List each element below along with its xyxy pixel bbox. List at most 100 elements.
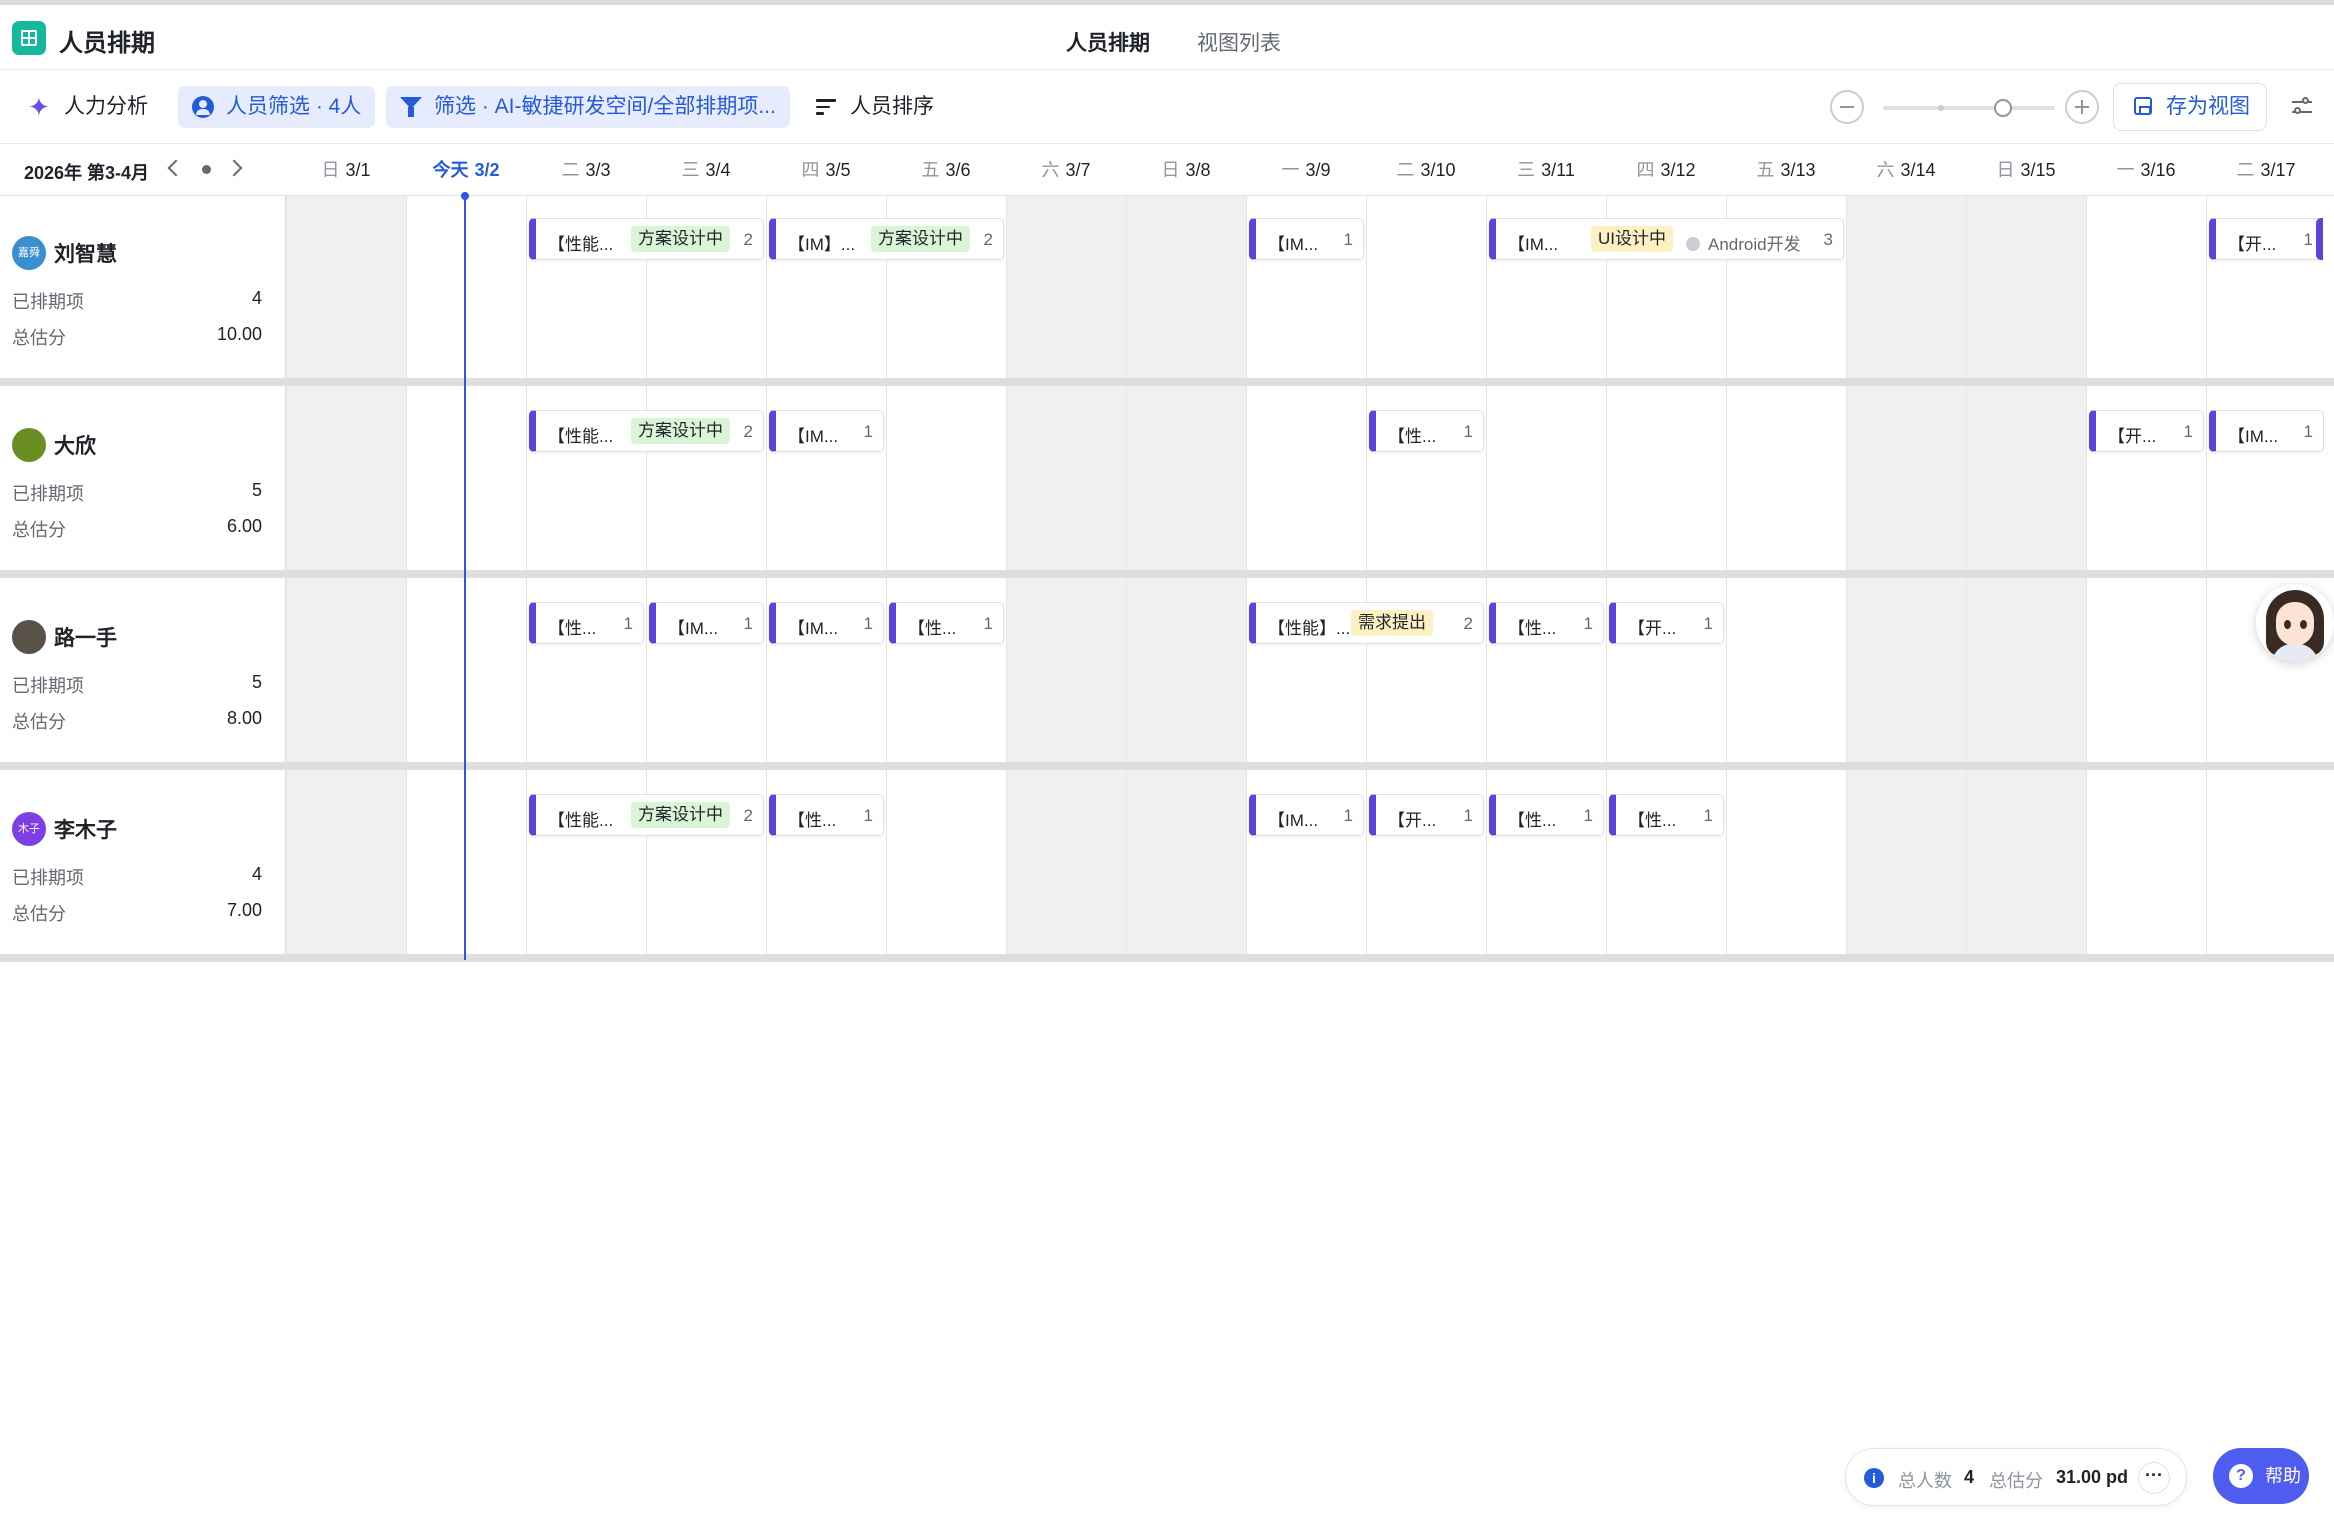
row-divider (0, 570, 2334, 578)
task-bar[interactable]: 【性... 1 (1369, 410, 1484, 452)
sort-button[interactable]: 人员排序 (802, 86, 948, 128)
task-bar[interactable]: 【性能】... 需求提出 2 (1249, 602, 1484, 644)
task-bar[interactable]: 【性... 1 (1489, 602, 1604, 644)
people-filter-label: 人员筛选 · 4人 (226, 95, 362, 118)
date-label: 3/5 (825, 160, 851, 180)
row-divider (0, 762, 2334, 770)
task-bar[interactable]: 【开... 1 (2089, 410, 2204, 452)
task-bar[interactable]: 【开... 1 (2209, 218, 2324, 260)
task-bar[interactable]: 【IM... 1 (1249, 794, 1364, 836)
day-column (406, 196, 526, 960)
day-header-3-17[interactable]: 二 3/17 (2206, 144, 2326, 196)
help-button[interactable]: ? 帮助 (2213, 1448, 2309, 1504)
day-column (526, 196, 646, 960)
day-header-3-16[interactable]: 一 3/16 (2086, 144, 2206, 196)
day-header-3-9[interactable]: 一 3/9 (1246, 144, 1366, 196)
funnel-icon (400, 97, 422, 117)
person-row-header[interactable]: 路一手 已排期项 5 总估分 8.00 (0, 580, 286, 760)
task-bar[interactable]: 【IM... 1 (769, 410, 884, 452)
task-bar[interactable]: 【IM... 1 (2209, 410, 2324, 452)
weekday-label: 三 (681, 160, 700, 180)
chevron-right-icon[interactable] (225, 159, 243, 177)
person-row-header[interactable]: 嘉舜 刘智慧 已排期项 4 总估分 10.00 (0, 196, 286, 376)
day-header-3-7[interactable]: 六 3/7 (1006, 144, 1126, 196)
weekday-label: 五 (921, 160, 940, 180)
weekday-label: 六 (1876, 160, 1895, 180)
task-bar[interactable]: 【性能... 方案设计中 2 (529, 410, 764, 452)
zoom-out-button[interactable] (1830, 90, 1864, 124)
task-bar[interactable]: 【性... 1 (1609, 794, 1724, 836)
day-header-3-12[interactable]: 四 3/12 (1606, 144, 1726, 196)
task-title: 【性能... (548, 811, 614, 830)
task-count: 1 (863, 806, 873, 825)
date-label: 3/11 (1541, 160, 1575, 180)
sort-label: 人员排序 (850, 95, 934, 118)
period-label: 2026年 第3-4月 (24, 163, 150, 183)
total-points-value: 31.00 pd (2056, 1467, 2129, 1487)
task-bar[interactable]: 【开... 1 (1369, 794, 1484, 836)
day-column (286, 196, 406, 960)
day-header-3-6[interactable]: 五 3/6 (886, 144, 1006, 196)
weekday-label: 今天 (432, 160, 469, 180)
task-count: 1 (1703, 614, 1713, 633)
task-count: 1 (1343, 806, 1353, 825)
filter-button[interactable]: 筛选 · AI-敏捷研发空间/全部排期项... (386, 86, 790, 128)
zoom-slider[interactable] (1883, 105, 2055, 111)
task-title: 【性能】... (1268, 619, 1351, 638)
day-header-3-2[interactable]: 今天 3/2 (406, 144, 526, 196)
person-row-header[interactable]: 大欣 已排期项 5 总估分 6.00 (0, 388, 286, 568)
day-column (2086, 196, 2206, 960)
person-name: 路一手 (54, 627, 117, 650)
tab-view-list[interactable]: 视图列表 (1197, 27, 1281, 57)
weekday-label: 四 (1636, 160, 1655, 180)
task-bar[interactable]: 【IM... 1 (1249, 218, 1364, 260)
person-row-header[interactable]: 木子 李木子 已排期项 4 总估分 7.00 (0, 772, 286, 952)
assistant-avatar[interactable] (2256, 584, 2334, 662)
date-label: 3/1 (345, 160, 371, 180)
task-bar[interactable]: 【IM... 1 (769, 602, 884, 644)
day-header-3-10[interactable]: 二 3/10 (1366, 144, 1486, 196)
task-bar-overflow[interactable] (2316, 218, 2334, 260)
day-header-3-13[interactable]: 五 3/13 (1726, 144, 1846, 196)
date-label: 3/16 (2140, 160, 2176, 180)
status-tag: 方案设计中 (631, 226, 730, 252)
day-column (1726, 196, 1846, 960)
task-bar[interactable]: 【IM... UI设计中 Android开发 3 (1489, 218, 1844, 260)
user-icon (192, 96, 214, 118)
task-bar[interactable]: 【性能... 方案设计中 2 (529, 218, 764, 260)
day-header-3-8[interactable]: 日 3/8 (1126, 144, 1246, 196)
save-view-button[interactable]: 存为视图 (2113, 83, 2267, 131)
person-name: 大欣 (54, 435, 96, 458)
task-bar[interactable]: 【性... 1 (889, 602, 1004, 644)
day-header-3-15[interactable]: 日 3/15 (1966, 144, 2086, 196)
tab-schedule[interactable]: 人员排期 (1066, 27, 1150, 57)
person-name: 李木子 (54, 819, 117, 842)
people-filter-button[interactable]: 人员筛选 · 4人 (178, 86, 376, 128)
task-bar[interactable]: 【性... 1 (1489, 794, 1604, 836)
task-bar[interactable]: 【性... 1 (529, 602, 644, 644)
day-column (1486, 196, 1606, 960)
day-header-3-1[interactable]: 日 3/1 (286, 144, 406, 196)
task-bar[interactable]: 【性能... 方案设计中 2 (529, 794, 764, 836)
more-icon[interactable]: ··· (2138, 1462, 2170, 1494)
zoom-in-button[interactable] (2065, 90, 2099, 124)
task-bar[interactable]: 【性... 1 (769, 794, 884, 836)
chevron-left-icon[interactable] (167, 159, 185, 177)
task-count: 2 (743, 230, 753, 249)
avatar: 嘉舜 (12, 236, 46, 270)
day-column (1006, 196, 1126, 960)
settings-sliders-icon[interactable] (2290, 95, 2316, 119)
day-header-3-11[interactable]: 三 3/11 (1486, 144, 1606, 196)
task-count: 1 (623, 614, 633, 633)
day-header-3-5[interactable]: 四 3/5 (766, 144, 886, 196)
task-bar[interactable]: 【开... 1 (1609, 602, 1724, 644)
task-bar[interactable]: 【IM】... 方案设计中 2 (769, 218, 1004, 260)
today-dot-icon[interactable] (202, 165, 211, 174)
day-header-3-4[interactable]: 三 3/4 (646, 144, 766, 196)
zoom-step-dot (1938, 105, 1944, 111)
day-header-3-3[interactable]: 二 3/3 (526, 144, 646, 196)
day-header-3-14[interactable]: 六 3/14 (1846, 144, 1966, 196)
date-label: 3/7 (1065, 160, 1091, 180)
task-bar[interactable]: 【IM... 1 (649, 602, 764, 644)
analysis-button[interactable]: ✦ 人力分析 (14, 86, 162, 128)
